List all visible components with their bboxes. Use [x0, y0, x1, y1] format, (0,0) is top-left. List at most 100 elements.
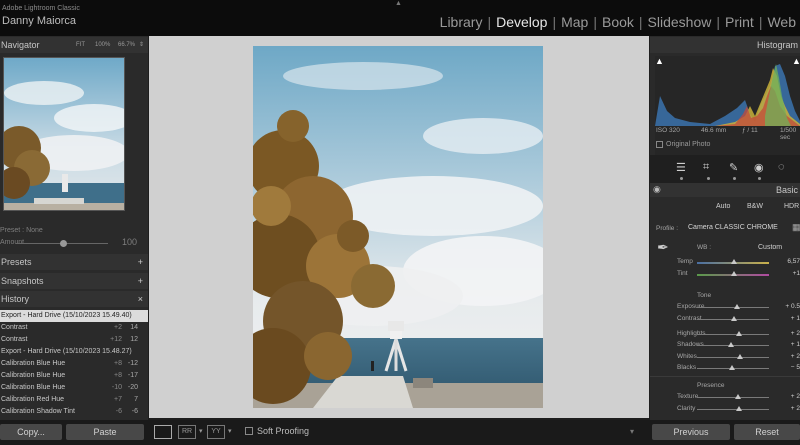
- shadow-clipping-icon[interactable]: ▲: [655, 56, 664, 66]
- paste-button[interactable]: Paste: [66, 424, 144, 440]
- lightroom-window: Adobe Lightroom Classic Danny Maiorca ▲ …: [0, 0, 800, 445]
- navigator-preview[interactable]: [3, 57, 125, 211]
- history-item[interactable]: Calibration Red Hue +7 7: [0, 394, 148, 406]
- history-item[interactable]: Calibration Blue Hue +8 -17: [0, 370, 148, 382]
- module-book[interactable]: Book: [602, 14, 634, 30]
- before-after-icon[interactable]: RR: [178, 425, 196, 439]
- slider-knob-shadows[interactable]: [727, 342, 734, 347]
- edit-sliders-icon[interactable]: ☰: [676, 161, 686, 174]
- loupe-view-icon[interactable]: [154, 425, 172, 439]
- module-print[interactable]: Print: [725, 14, 754, 30]
- profile-browser-icon[interactable]: ▦: [792, 222, 800, 233]
- slider-shadows[interactable]: [697, 342, 769, 347]
- slider-highlights[interactable]: [697, 331, 769, 336]
- add-preset-icon[interactable]: +: [138, 254, 143, 270]
- amount-slider-knob[interactable]: [60, 240, 67, 247]
- slider-value-contrast[interactable]: + 1: [780, 315, 800, 322]
- navigator-header[interactable]: Navigator FIT 100% 66.7% ⇕: [0, 37, 148, 53]
- slider-value-shadows[interactable]: + 1: [780, 341, 800, 348]
- masking-icon[interactable]: ◌: [778, 161, 785, 173]
- slider-knob-whites[interactable]: [737, 354, 744, 359]
- right-panel: Histogram ▲ ▲ ISO 320 46.6 mm ƒ / 11 1/5…: [650, 36, 800, 420]
- presets-header[interactable]: Presets +: [0, 254, 148, 270]
- slider-knob-tint[interactable]: [730, 271, 737, 276]
- slider-value-highlights[interactable]: + 2: [780, 330, 800, 337]
- slider-value-tint[interactable]: +1: [780, 270, 800, 277]
- slider-value-clarity[interactable]: + 2: [780, 405, 800, 412]
- history-title: History: [1, 294, 30, 304]
- previous-button[interactable]: Previous: [652, 424, 730, 440]
- profile-dropdown[interactable]: Camera CLASSIC CHROME: [688, 224, 778, 231]
- slider-blacks[interactable]: [697, 365, 769, 370]
- toolbar-menu-icon[interactable]: ▾: [630, 427, 634, 436]
- slider-knob-exposure[interactable]: [733, 304, 740, 309]
- history-item[interactable]: Calibration Blue Hue -10 -20: [0, 382, 148, 394]
- nav-66-option[interactable]: 66.7%: [118, 37, 135, 53]
- reset-button[interactable]: Reset: [734, 424, 800, 440]
- slider-value-texture[interactable]: + 2: [780, 393, 800, 400]
- preset-label: Preset : None: [0, 227, 43, 234]
- copy-button[interactable]: Copy...: [0, 424, 62, 440]
- slider-knob-contrast[interactable]: [731, 316, 738, 321]
- highlight-clipping-icon[interactable]: ▲: [792, 56, 800, 66]
- soft-proofing-checkbox[interactable]: [245, 427, 253, 435]
- nav-100-option[interactable]: 100%: [95, 37, 110, 53]
- history-item[interactable]: Export - Hard Drive (15/10/2023 15.48.27…: [0, 346, 148, 358]
- slider-knob-texture[interactable]: [735, 394, 742, 399]
- bw-button[interactable]: B&W: [747, 203, 763, 210]
- slider-knob-highlights[interactable]: [735, 331, 742, 336]
- history-item-label: Calibration Red Hue: [1, 396, 65, 403]
- original-photo-label: Original Photo: [666, 141, 711, 148]
- slider-knob-temp[interactable]: [731, 259, 738, 264]
- add-snapshot-icon[interactable]: +: [138, 273, 143, 289]
- slider-tint[interactable]: [697, 271, 769, 276]
- original-photo-checkbox[interactable]: [656, 141, 663, 148]
- module-web[interactable]: Web: [767, 14, 796, 30]
- slider-exposure[interactable]: [697, 304, 769, 309]
- snapshots-header[interactable]: Snapshots +: [0, 273, 148, 289]
- slider-value-temp[interactable]: 6,57: [780, 258, 800, 265]
- basic-title: Basic: [775, 185, 798, 195]
- collapse-top-panel-icon[interactable]: ▲: [395, 0, 402, 7]
- nav-fit-option[interactable]: FIT: [76, 37, 85, 53]
- clear-history-icon[interactable]: ×: [138, 291, 143, 307]
- slider-texture[interactable]: [697, 394, 769, 399]
- slider-whites[interactable]: [697, 354, 769, 359]
- history-item[interactable]: Contrast +2 14: [0, 322, 148, 334]
- history-item[interactable]: Calibration Shadow Tint -6 -6: [0, 406, 148, 418]
- history-item[interactable]: Calibration Blue Hue +8 -12: [0, 358, 148, 370]
- module-map[interactable]: Map: [561, 14, 588, 30]
- wb-dropdown[interactable]: Custom: [758, 244, 782, 251]
- healing-icon[interactable]: ✎: [729, 161, 738, 174]
- slider-value-whites[interactable]: + 2: [780, 353, 800, 360]
- history-item-value: -6: [131, 408, 138, 415]
- swap-before-after-icon[interactable]: YY: [207, 425, 225, 439]
- basic-visibility-icon[interactable]: ◉: [653, 184, 661, 195]
- nav-zoom-dropdown-icon[interactable]: ⇕: [139, 37, 144, 53]
- histogram-header[interactable]: Histogram: [650, 37, 800, 53]
- slider-contrast[interactable]: [697, 316, 769, 321]
- basic-header[interactable]: ◉ Basic: [650, 183, 800, 197]
- focal-length: 46.6 mm: [701, 127, 727, 134]
- red-eye-icon[interactable]: ◉: [754, 161, 764, 174]
- module-library[interactable]: Library: [440, 14, 483, 30]
- slider-value-blacks[interactable]: − 5: [780, 364, 800, 371]
- auto-button[interactable]: Auto: [716, 203, 730, 210]
- hdr-button[interactable]: HDR: [784, 203, 799, 210]
- tool-strip: ☰ ⌗ ✎ ◉ ◌: [650, 155, 800, 183]
- slider-value-exposure[interactable]: + 0.5: [780, 303, 800, 310]
- module-develop[interactable]: Develop: [496, 14, 547, 30]
- history-item[interactable]: Contrast +12 12: [0, 334, 148, 346]
- crop-icon[interactable]: ⌗: [703, 161, 709, 174]
- wb-eyedropper-icon[interactable]: ✒: [657, 239, 669, 256]
- slider-knob-clarity[interactable]: [736, 406, 743, 411]
- history-item[interactable]: Export - Hard Drive (15/10/2023 15.49.40…: [0, 310, 148, 322]
- module-slideshow[interactable]: Slideshow: [648, 14, 712, 30]
- history-header[interactable]: History ×: [0, 291, 148, 307]
- slider-clarity[interactable]: [697, 406, 769, 411]
- slider-temp[interactable]: [697, 259, 769, 264]
- swap-dropdown-icon[interactable]: ▾: [228, 427, 232, 435]
- before-after-dropdown-icon[interactable]: ▾: [199, 427, 203, 435]
- slider-knob-blacks[interactable]: [728, 365, 735, 370]
- image-canvas[interactable]: [149, 36, 649, 418]
